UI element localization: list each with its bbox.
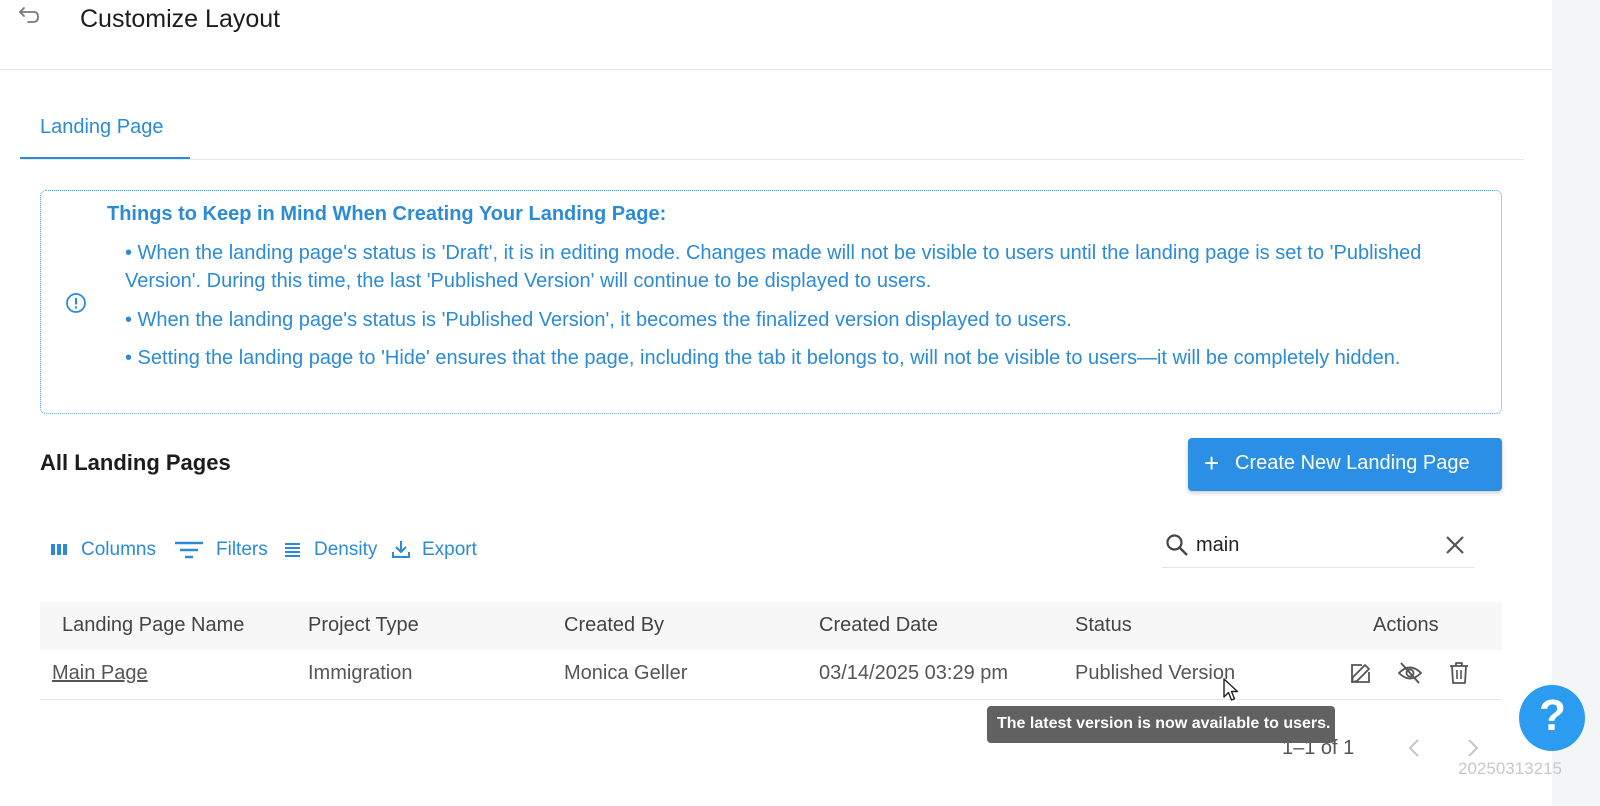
section-title: All Landing Pages — [40, 450, 231, 475]
status-cell: Published Version — [1075, 662, 1236, 684]
info-notice: Things to Keep in Mind When Creating You… — [40, 190, 1502, 414]
columns-icon — [51, 544, 67, 555]
hide-visibility-icon[interactable] — [1397, 660, 1423, 686]
filters-label: Filters — [216, 539, 268, 560]
column-header-created-date[interactable]: Created Date — [819, 614, 938, 637]
created-date-cell: 03/14/2025 03:29 pm — [819, 662, 1009, 684]
page-header: Customize Layout — [0, 0, 1552, 70]
search-icon — [1166, 534, 1188, 556]
info-line-published: • When the landing page's status is 'Pub… — [125, 309, 1072, 331]
column-header-actions: Actions — [1373, 614, 1439, 636]
export-label: Export — [422, 539, 477, 560]
filter-icon — [175, 541, 203, 559]
filters-button[interactable]: Filters — [174, 537, 274, 563]
table-header: Landing Page Name Project Type Created B… — [40, 602, 1502, 650]
info-line-hide: • Setting the landing page to 'Hide' ens… — [125, 347, 1401, 369]
density-button[interactable]: Density — [284, 537, 384, 563]
columns-label: Columns — [81, 539, 156, 560]
info-line-draft: • When the landing page's status is 'Dra… — [125, 242, 1422, 292]
tab-bar: Landing Page — [20, 102, 1524, 160]
create-button-label: Create New Landing Page — [1235, 452, 1470, 474]
tab-landing-page[interactable]: Landing Page — [20, 102, 190, 159]
column-header-project-type[interactable]: Project Type — [308, 614, 419, 637]
search-bar — [1162, 526, 1474, 568]
mouse-cursor-icon — [1223, 678, 1239, 701]
close-icon[interactable] — [1444, 534, 1466, 556]
export-icon — [392, 541, 410, 558]
chevron-right-icon[interactable] — [1460, 736, 1484, 760]
create-landing-page-button[interactable]: + Create New Landing Page — [1188, 438, 1502, 491]
chevron-left-icon[interactable] — [1403, 736, 1427, 760]
table-row[interactable]: Main Page Immigration Monica Geller 03/1… — [40, 650, 1502, 700]
timestamp-watermark: 20250313215 — [1458, 759, 1563, 778]
page-title: Customize Layout — [80, 5, 281, 33]
export-button[interactable]: Export — [391, 537, 486, 563]
search-input[interactable] — [1196, 530, 1426, 560]
density-icon — [285, 543, 300, 557]
back-button[interactable] — [12, 6, 42, 32]
info-icon — [66, 293, 86, 313]
column-header-status[interactable]: Status — [1075, 614, 1132, 637]
help-button[interactable]: ? — [1519, 685, 1585, 751]
project-type-cell: Immigration — [308, 662, 413, 684]
info-title: Things to Keep in Mind When Creating You… — [107, 203, 667, 225]
columns-button[interactable]: Columns — [50, 537, 162, 563]
created-by-cell: Monica Geller — [564, 662, 688, 684]
trash-icon[interactable] — [1446, 660, 1472, 686]
column-header-name[interactable]: Landing Page Name — [62, 614, 244, 637]
return-arrow-icon — [19, 7, 39, 23]
density-label: Density — [314, 539, 378, 560]
plus-icon: + — [1204, 448, 1220, 478]
help-icon: ? — [1539, 691, 1566, 740]
landing-page-name-link[interactable]: Main Page — [52, 662, 148, 685]
status-tooltip: The latest version is now available to u… — [987, 706, 1335, 743]
tooltip-text: The latest version is now available to u… — [997, 715, 1331, 732]
tab-label: Landing Page — [40, 116, 164, 138]
edit-icon[interactable] — [1348, 660, 1374, 686]
column-header-created-by[interactable]: Created By — [564, 614, 664, 637]
